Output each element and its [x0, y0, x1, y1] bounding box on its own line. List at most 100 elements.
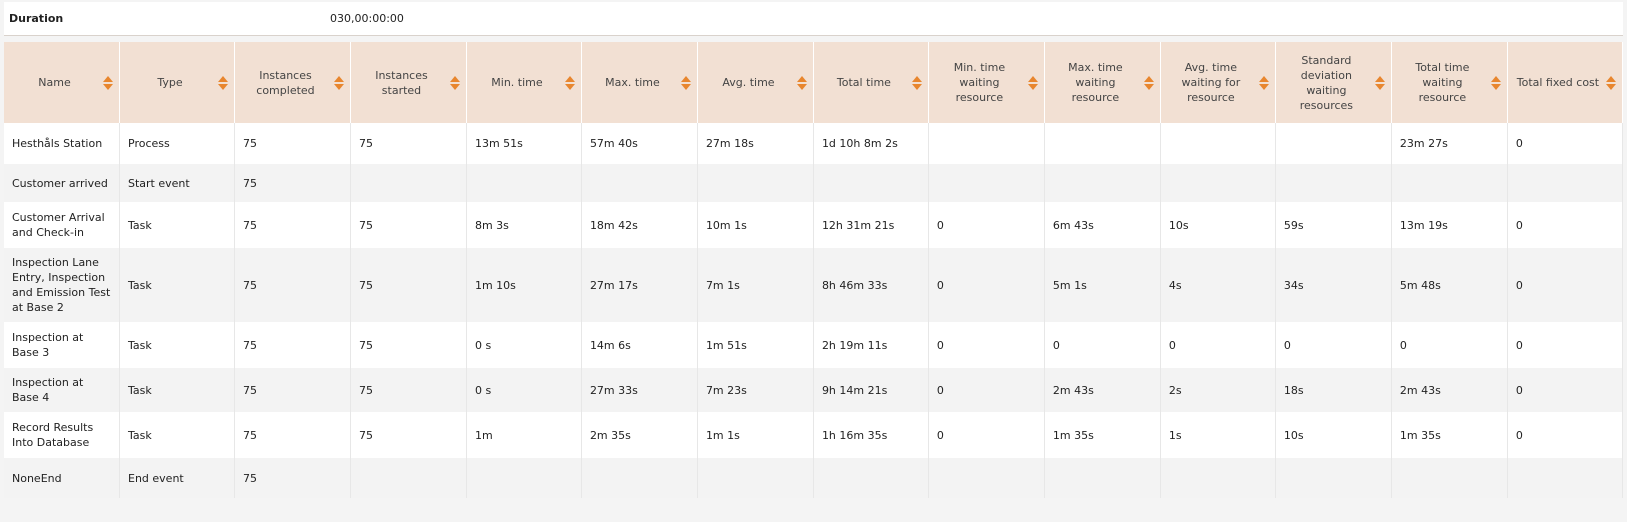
sort-icon[interactable]	[217, 75, 228, 90]
column-header-inner: Name	[4, 42, 119, 123]
table-cell: Task	[120, 202, 235, 248]
table-cell: 1m 35s	[1044, 412, 1161, 458]
table-cell: 75	[350, 248, 467, 322]
table-cell: 27m 18s	[697, 123, 814, 164]
table-cell	[350, 458, 467, 498]
table-cell: End event	[120, 458, 235, 498]
table-cell: 0	[1507, 322, 1623, 368]
table-cell: 75	[234, 164, 351, 202]
sort-icon[interactable]	[911, 75, 922, 90]
sort-descending-icon	[1143, 83, 1154, 90]
sort-descending-icon	[1027, 83, 1038, 90]
table-row[interactable]: Customer Arrival and Check-in Task 75 75 8m …	[4, 202, 1623, 248]
sort-icon[interactable]	[564, 75, 575, 90]
table-cell: 0	[1507, 202, 1623, 248]
sort-icon[interactable]	[680, 75, 691, 90]
table-cell	[1160, 458, 1276, 498]
column-header[interactable]: Total fixed cost	[1507, 42, 1623, 123]
table-cell: Record Results Into Database	[4, 412, 120, 458]
table-cell: Task	[120, 368, 235, 412]
sort-icon[interactable]	[1258, 75, 1269, 90]
column-header[interactable]: Type	[120, 42, 235, 123]
table-row[interactable]: Inspection at Base 4 Task 75 75 0 s 27m 33s 7m…	[4, 368, 1623, 412]
table-cell: 1m 51s	[697, 322, 814, 368]
table-cell	[1507, 164, 1623, 202]
column-header[interactable]: Standard deviation waiting resources	[1275, 42, 1392, 123]
column-header[interactable]: Min. time	[466, 42, 582, 123]
table-row[interactable]: Inspection at Base 3 Task 75 75 0 s 14m 6s 1m …	[4, 322, 1623, 368]
table-cell: 75	[234, 412, 351, 458]
table-cell	[1391, 458, 1508, 498]
column-header[interactable]: Total time	[813, 42, 929, 123]
table-cell	[697, 458, 814, 498]
table-row[interactable]: NoneEnd End event 75	[4, 458, 1623, 498]
table-row[interactable]: Inspection Lane Entry, Inspection and Em…	[4, 248, 1623, 322]
table-cell: 0	[928, 322, 1045, 368]
sort-icon[interactable]	[1143, 75, 1154, 90]
column-header[interactable]: Avg. time	[697, 42, 814, 123]
table-cell: Customer arrived	[4, 164, 120, 202]
column-header[interactable]: Name	[4, 42, 120, 123]
column-header[interactable]: Instances completed	[234, 42, 351, 123]
table-row[interactable]: Hesthåls Station Process 75 75 13m 51s 57m 40…	[4, 123, 1623, 164]
column-header-inner: Total fixed cost	[1508, 42, 1622, 123]
sort-icon[interactable]	[449, 75, 460, 90]
table-cell	[813, 164, 929, 202]
sort-ascending-icon	[217, 75, 228, 82]
column-header[interactable]: Avg. time waiting for resource	[1160, 42, 1276, 123]
table-cell: 14m 6s	[581, 322, 698, 368]
table-cell: 0	[1507, 412, 1623, 458]
table-cell: 13m 19s	[1391, 202, 1508, 248]
table-cell: 1d 10h 8m 2s	[813, 123, 929, 164]
column-header-label: Total time waiting resource	[1415, 61, 1470, 104]
sort-descending-icon	[911, 83, 922, 90]
column-header-inner: Standard deviation waiting resources	[1276, 42, 1391, 123]
sort-ascending-icon	[1143, 75, 1154, 82]
column-header-label: Type	[157, 76, 183, 89]
table-cell: 9h 14m 21s	[813, 368, 929, 412]
column-header[interactable]: Max. time waiting resource	[1044, 42, 1161, 123]
table-cell: 6m 43s	[1044, 202, 1161, 248]
table-cell: 23m 27s	[1391, 123, 1508, 164]
sort-descending-icon	[103, 83, 113, 90]
duration-label: Duration	[9, 12, 64, 25]
column-header[interactable]: Instances started	[350, 42, 467, 123]
sort-icon[interactable]	[1490, 75, 1501, 90]
sort-ascending-icon	[1490, 75, 1501, 82]
table-cell: Task	[120, 248, 235, 322]
sort-descending-icon	[1606, 83, 1616, 90]
sort-icon[interactable]	[103, 75, 113, 90]
table-cell: 2m 35s	[581, 412, 698, 458]
sort-icon[interactable]	[333, 75, 344, 90]
column-header-label: Min. time waiting resource	[953, 61, 1006, 104]
table-cell: Start event	[120, 164, 235, 202]
table-cell	[928, 458, 1045, 498]
table-cell: 75	[234, 368, 351, 412]
duration-value: 030,00:00:00	[330, 12, 404, 25]
column-header-label: Max. time waiting resource	[1068, 61, 1123, 104]
column-header-inner: Max. time	[582, 42, 697, 123]
column-header[interactable]: Max. time	[581, 42, 698, 123]
table-cell: 2h 19m 11s	[813, 322, 929, 368]
sort-icon[interactable]	[796, 75, 807, 90]
table-row[interactable]: Customer arrived Start event 75	[4, 164, 1623, 202]
table-cell: Task	[120, 322, 235, 368]
table-cell	[1275, 164, 1392, 202]
sort-icon[interactable]	[1374, 75, 1385, 90]
table-cell: 0 s	[466, 368, 582, 412]
table-cell: 7m 23s	[697, 368, 814, 412]
table-cell: 0	[928, 248, 1045, 322]
table-row[interactable]: Record Results Into Database Task 75 75 1m 2m…	[4, 412, 1623, 458]
column-header-label: Min. time	[491, 76, 543, 89]
table-cell: 75	[350, 412, 467, 458]
sort-ascending-icon	[103, 75, 113, 82]
table-cell: 75	[350, 202, 467, 248]
sort-icon[interactable]	[1606, 75, 1616, 90]
table-cell: 1h 16m 35s	[813, 412, 929, 458]
table-cell: Customer Arrival and Check-in	[4, 202, 120, 248]
column-header[interactable]: Total time waiting resource	[1391, 42, 1508, 123]
sort-descending-icon	[217, 83, 228, 90]
table-cell: 0	[928, 412, 1045, 458]
column-header[interactable]: Min. time waiting resource	[928, 42, 1045, 123]
sort-icon[interactable]	[1027, 75, 1038, 90]
